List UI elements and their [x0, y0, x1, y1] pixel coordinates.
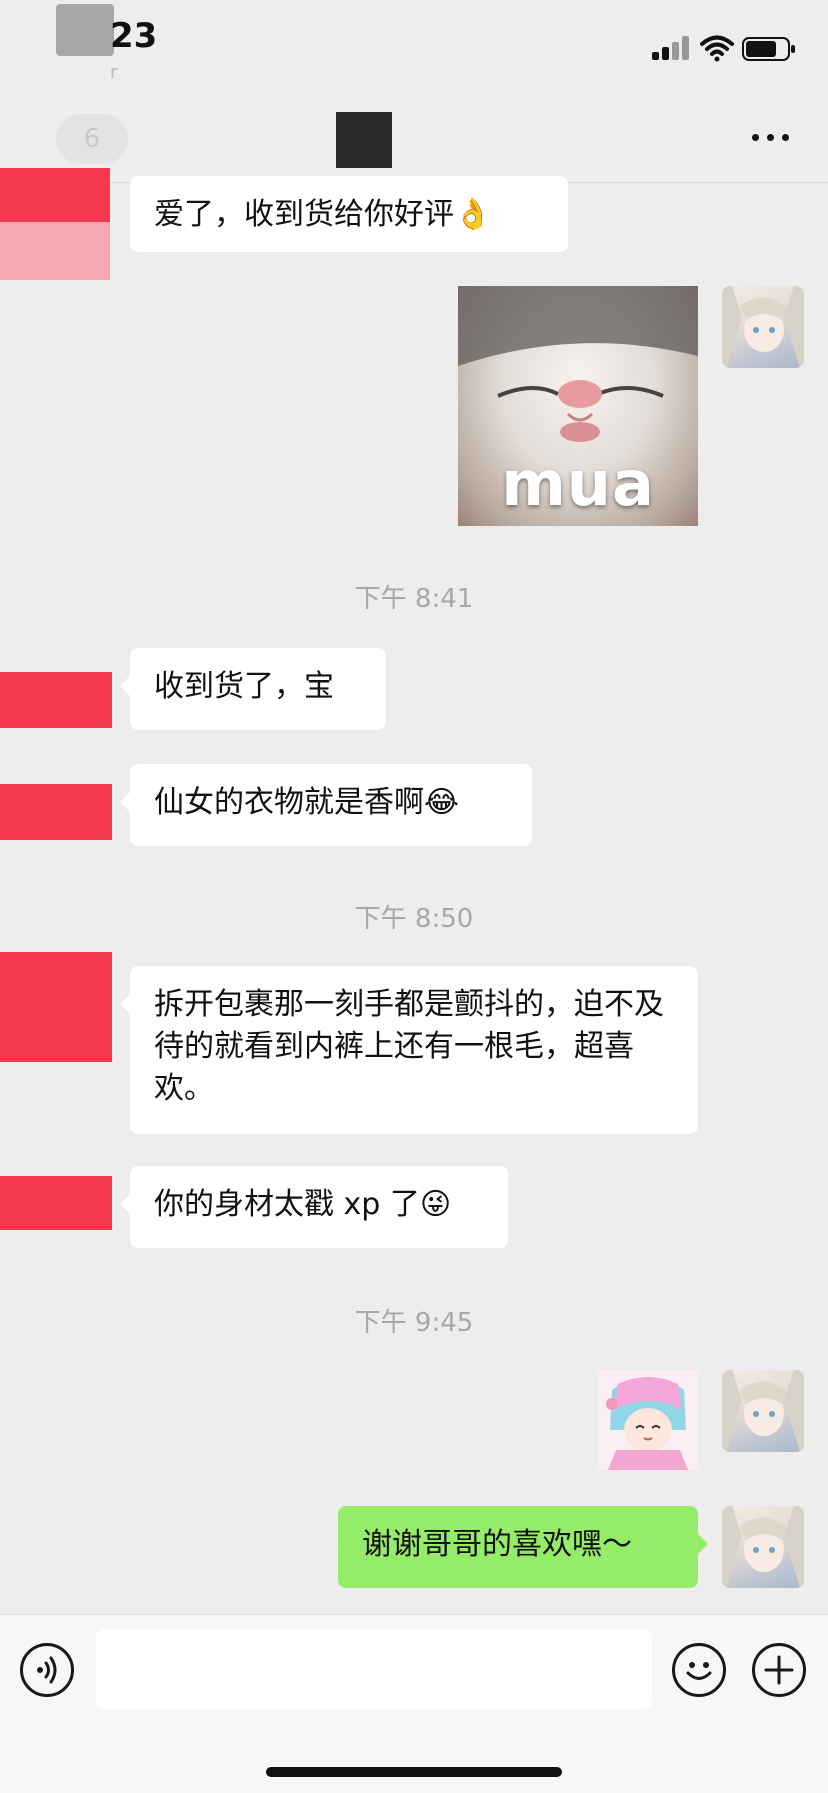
message-text: 爱了，收到货给你好评 [154, 197, 454, 232]
wifi-icon [700, 35, 734, 62]
message-text: 仙女的衣物就是香啊 [154, 785, 424, 820]
avatar-redacted [0, 952, 112, 1062]
home-indicator [266, 1767, 562, 1777]
time-redaction [56, 4, 114, 56]
status-bar: 23 r [0, 0, 828, 96]
message-bubble-incoming[interactable]: 收到货了，宝 [120, 648, 386, 730]
message-text: 拆开包裹那一刻手都是颤抖的，迫不及待的就看到内裤上还有一根毛，超喜欢。 [154, 987, 664, 1106]
chat-title-redacted [336, 112, 392, 168]
laughing-tears-emoji: 😂 [424, 785, 460, 820]
battery-icon [742, 37, 795, 61]
timestamp: 下午 8:50 [354, 904, 474, 934]
avatar-redacted [0, 168, 110, 222]
avatar-redacted [0, 784, 112, 840]
emoji-icon [686, 1662, 712, 1680]
voice-button[interactable] [20, 1643, 74, 1697]
message-bubble-incoming[interactable]: 拆开包裹那一刻手都是颤抖的，迫不及待的就看到内裤上还有一根毛，超喜欢。 [120, 966, 698, 1134]
anime-avatar-icon [722, 1506, 804, 1588]
timestamp: 下午 8:41 [354, 584, 474, 614]
ok-hand-emoji: 👌 [454, 197, 492, 232]
message-bubble-incoming[interactable]: 爱了，收到货给你好评👌 [130, 176, 568, 252]
more-icon[interactable] [752, 132, 792, 144]
my-avatar[interactable] [722, 1506, 804, 1588]
avatar-redacted [0, 672, 112, 728]
avatar-redacted [0, 1176, 112, 1230]
timestamp: 下午 9:45 [354, 1308, 474, 1338]
anime-avatar-icon [722, 286, 804, 368]
plus-button[interactable] [752, 1643, 806, 1697]
message-text: 你的身材太戳 xp 了 [154, 1187, 420, 1222]
message-bubble-outgoing[interactable]: 谢谢哥哥的喜欢嘿～ [338, 1506, 708, 1588]
message-bubble-incoming[interactable]: 你的身材太戳 xp 了😜 [120, 1166, 508, 1248]
anime-girl-sticker-icon [606, 1377, 688, 1470]
input-bar [0, 1614, 828, 1793]
sticker-anime-girl[interactable] [598, 1370, 698, 1470]
my-avatar[interactable] [722, 1370, 804, 1452]
message-bubble-incoming[interactable]: 仙女的衣物就是香啊😂 [120, 764, 532, 846]
back-button[interactable]: 6 [56, 114, 128, 164]
message-input[interactable] [96, 1629, 652, 1709]
my-avatar[interactable] [722, 286, 804, 368]
sticker-caption: mua [501, 447, 655, 520]
message-text: 收到货了，宝 [154, 669, 334, 704]
winking-tongue-emoji: 😜 [419, 1187, 452, 1222]
sticker-cat-mua[interactable]: mua [458, 286, 698, 526]
plus-icon [764, 1655, 794, 1685]
message-text: 谢谢哥哥的喜欢嘿～ [362, 1527, 632, 1562]
anime-avatar-icon [722, 1370, 804, 1452]
avatar-redacted-fade [0, 222, 110, 280]
emoji-button[interactable] [672, 1643, 726, 1697]
signal-icon [652, 36, 690, 60]
nav-bar: 6 [0, 96, 828, 183]
voice-icon [37, 1656, 57, 1684]
status-time: 23 [110, 16, 158, 56]
status-subtext: r [110, 62, 118, 83]
